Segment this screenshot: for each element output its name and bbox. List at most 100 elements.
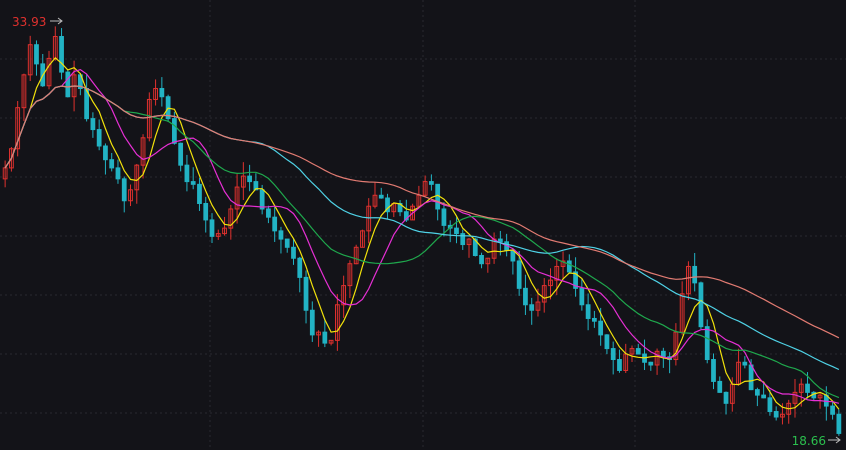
candle-body bbox=[159, 88, 165, 98]
candle-body bbox=[617, 359, 622, 371]
candle-body bbox=[579, 287, 585, 306]
candle bbox=[617, 349, 622, 373]
candle-body bbox=[479, 254, 484, 265]
candle bbox=[704, 319, 710, 364]
candle bbox=[253, 173, 259, 191]
candle-body bbox=[441, 208, 447, 226]
candle bbox=[635, 343, 641, 355]
candle-body bbox=[34, 44, 39, 65]
candle-body bbox=[529, 304, 535, 311]
candle bbox=[240, 162, 246, 201]
candle-body bbox=[65, 71, 71, 98]
candle-body bbox=[610, 348, 616, 361]
candle bbox=[754, 387, 760, 407]
candle bbox=[65, 69, 71, 98]
candle bbox=[272, 206, 278, 242]
candle-body bbox=[278, 230, 284, 240]
candle bbox=[115, 159, 121, 184]
candle bbox=[15, 101, 21, 157]
candle-body bbox=[754, 389, 760, 396]
candle bbox=[811, 391, 817, 402]
candle bbox=[422, 175, 428, 197]
candle bbox=[27, 35, 33, 82]
candle-body bbox=[717, 380, 723, 393]
candle-body bbox=[711, 359, 716, 382]
candle bbox=[297, 256, 303, 293]
candle bbox=[372, 182, 378, 209]
candle bbox=[604, 334, 610, 355]
candle bbox=[34, 40, 39, 76]
candle bbox=[654, 348, 660, 375]
candle bbox=[215, 229, 221, 240]
candle-body bbox=[121, 178, 127, 202]
candle bbox=[316, 330, 321, 347]
candle-body bbox=[59, 36, 64, 73]
candle-body bbox=[692, 265, 698, 284]
candle bbox=[309, 301, 315, 342]
candle bbox=[416, 185, 422, 208]
candle bbox=[159, 77, 165, 107]
candle-body bbox=[272, 216, 278, 232]
candle-body bbox=[748, 364, 754, 391]
candle-body bbox=[203, 202, 209, 221]
candle-body bbox=[592, 317, 597, 322]
ma60-line bbox=[4, 85, 840, 339]
candle-body bbox=[303, 276, 309, 311]
candle-body bbox=[322, 331, 328, 344]
candle bbox=[667, 352, 672, 374]
candle bbox=[673, 323, 679, 366]
candle-body bbox=[598, 320, 604, 336]
candle bbox=[529, 297, 535, 325]
candle bbox=[46, 50, 52, 90]
candle bbox=[485, 257, 491, 273]
ma20-line bbox=[4, 85, 840, 399]
candle-body bbox=[184, 164, 190, 183]
candle bbox=[585, 293, 591, 331]
candle bbox=[786, 399, 792, 424]
candle bbox=[479, 252, 484, 269]
candle-body bbox=[648, 361, 654, 366]
chart-canvas: 33.93 18.66 bbox=[0, 0, 846, 450]
candle bbox=[711, 353, 716, 390]
price-high-marker bbox=[50, 17, 63, 25]
candle-body bbox=[773, 411, 779, 418]
candle-body bbox=[698, 282, 704, 328]
candle-body bbox=[178, 142, 184, 166]
candle bbox=[153, 79, 158, 106]
candle bbox=[203, 196, 209, 233]
candle bbox=[592, 310, 597, 328]
candle bbox=[560, 251, 566, 279]
price-low-label: 18.66 bbox=[792, 434, 826, 448]
candle-body bbox=[190, 181, 196, 185]
candle bbox=[686, 261, 691, 301]
candle bbox=[830, 401, 835, 420]
candle bbox=[284, 238, 290, 253]
candle-body bbox=[523, 287, 528, 306]
candle bbox=[385, 193, 390, 220]
candle bbox=[190, 167, 196, 190]
candlestick-chart: 33.93 18.66 bbox=[0, 0, 846, 450]
price-high-label: 33.93 bbox=[12, 15, 46, 29]
candle-body bbox=[96, 129, 102, 147]
candle-body bbox=[767, 397, 773, 413]
candle bbox=[773, 406, 779, 421]
candle bbox=[579, 278, 585, 311]
candle bbox=[121, 176, 127, 213]
candle bbox=[736, 348, 741, 386]
candle bbox=[84, 74, 90, 122]
candle bbox=[692, 252, 698, 292]
candle bbox=[629, 345, 635, 362]
candle bbox=[523, 274, 528, 315]
candle-body bbox=[209, 219, 215, 237]
candle bbox=[460, 229, 466, 250]
candle-body bbox=[805, 383, 810, 393]
candle bbox=[21, 73, 27, 121]
candle bbox=[723, 391, 729, 415]
candle bbox=[347, 260, 353, 299]
candle-body bbox=[115, 167, 121, 180]
candle bbox=[717, 376, 723, 393]
candle-body bbox=[291, 246, 296, 259]
candle bbox=[247, 164, 252, 192]
candle bbox=[228, 204, 234, 240]
candle-body bbox=[103, 145, 108, 161]
